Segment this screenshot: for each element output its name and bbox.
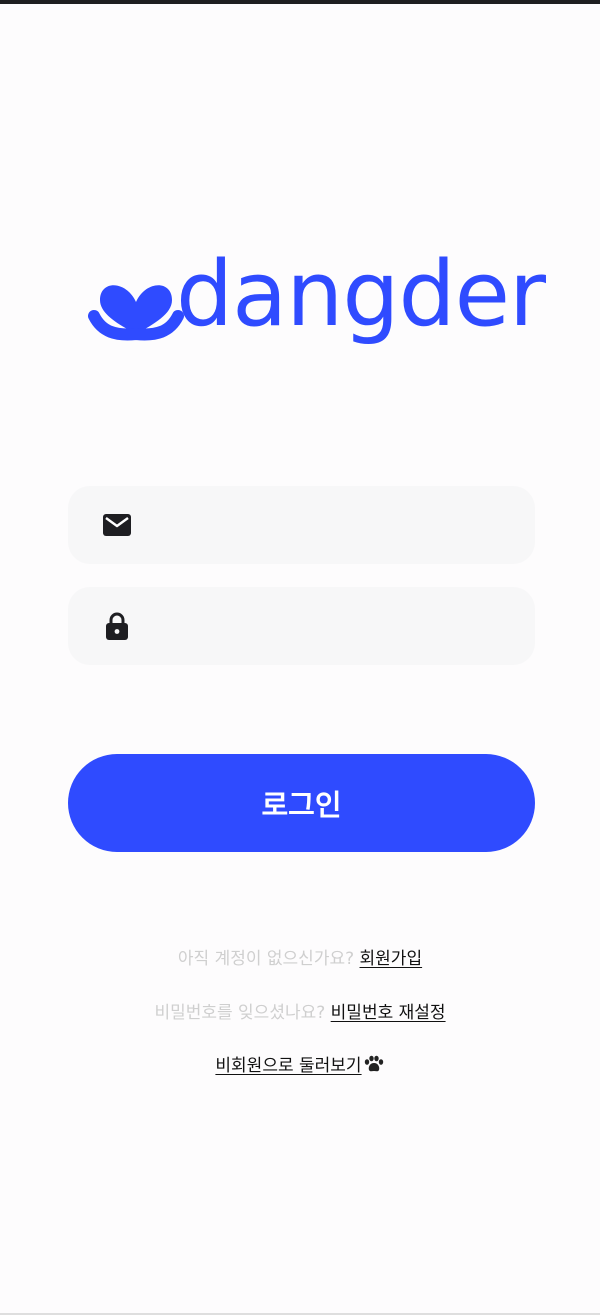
paw-icon xyxy=(363,1055,385,1078)
password-field-container[interactable] xyxy=(68,587,535,665)
heart-mark-icon xyxy=(88,285,184,341)
brand-logo: dangder xyxy=(88,250,546,358)
email-field-container[interactable] xyxy=(68,486,535,564)
mail-icon xyxy=(102,510,132,540)
guest-row: 비회원으로 둘러보기 xyxy=(0,1051,600,1078)
guest-browse-link[interactable]: 비회원으로 둘러보기 xyxy=(215,1055,385,1078)
guest-link-label: 비회원으로 둘러보기 xyxy=(215,1056,362,1076)
email-input[interactable] xyxy=(150,504,514,546)
password-input[interactable] xyxy=(150,605,514,647)
signup-prompt: 아직 계정이 없으신가요? xyxy=(177,949,355,969)
signup-row: 아직 계정이 없으신가요? 회원가입 xyxy=(0,944,600,969)
login-button[interactable]: 로그인 xyxy=(68,754,535,852)
signup-link[interactable]: 회원가입 xyxy=(360,949,423,969)
reset-prompt: 비밀번호를 잊으셨나요? xyxy=(154,1003,326,1023)
reset-password-row: 비밀번호를 잊으셨나요? 비밀번호 재설정 xyxy=(0,998,600,1023)
top-status-bar xyxy=(0,0,600,4)
lock-icon xyxy=(102,611,132,641)
brand-wordmark: dangder xyxy=(176,242,546,347)
reset-password-link[interactable]: 비밀번호 재설정 xyxy=(331,1003,446,1023)
